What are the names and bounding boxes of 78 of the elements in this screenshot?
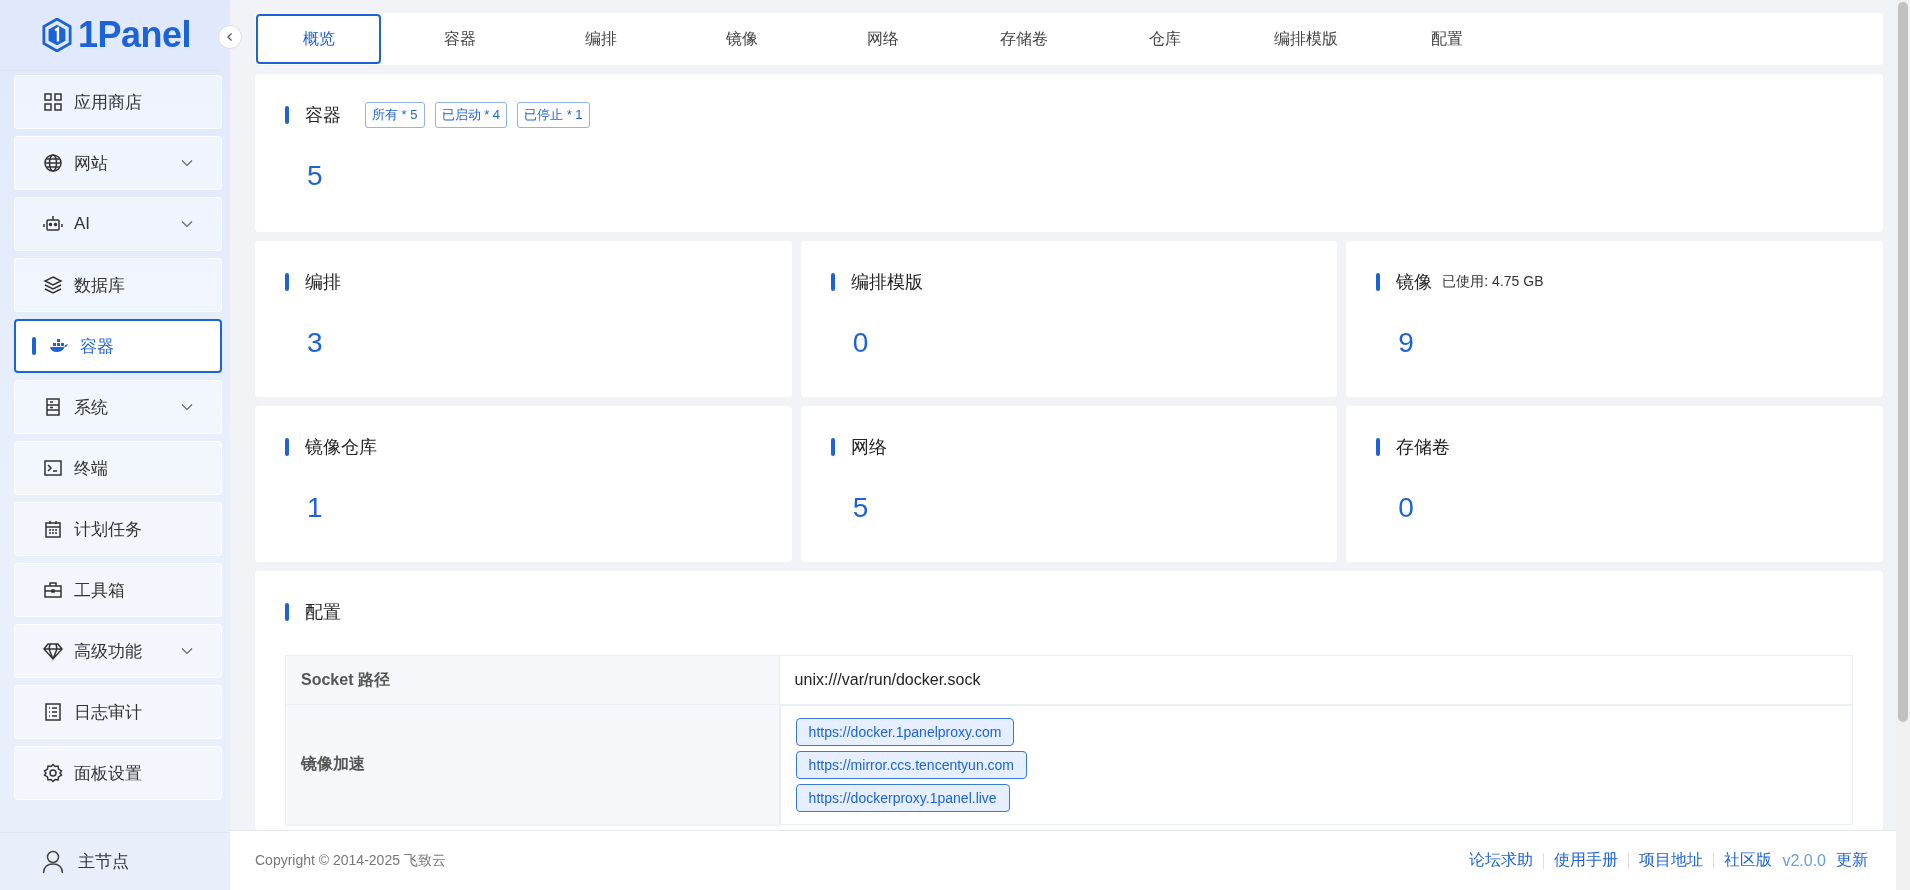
accent-bar [830, 273, 835, 291]
footer-link[interactable]: 使用手册 [1554, 850, 1619, 871]
collapse-button[interactable] [218, 25, 242, 49]
tab[interactable]: 容器 [397, 14, 522, 64]
card-title: 编排 [305, 271, 341, 294]
calendar-icon [43, 519, 63, 539]
table-label-cell: 镜像加速 [285, 704, 780, 825]
card-title: 容器 [305, 104, 341, 127]
card-title: 配置 [305, 601, 341, 624]
toolbox-icon [43, 580, 63, 600]
count-link[interactable]: 0 [1398, 492, 1414, 524]
accent-bar [285, 438, 289, 456]
tab[interactable]: 仓库 [1102, 14, 1227, 64]
logo-text: 1Panel [78, 14, 192, 56]
accent-bar [285, 603, 289, 621]
tab[interactable]: 编排 [538, 14, 663, 64]
list-icon [43, 702, 63, 722]
diamond-icon [43, 641, 63, 661]
count-link[interactable]: 5 [307, 160, 323, 192]
layers-icon [43, 275, 63, 295]
mirror-url-tag: https://dockerproxy.1panel.live [795, 784, 1010, 812]
card-title: 编排模版 [850, 271, 923, 294]
tab[interactable]: 存储卷 [961, 14, 1086, 64]
count-link[interactable]: 0 [852, 327, 869, 359]
accent-bar [1376, 273, 1381, 291]
status-filter-tag[interactable]: 已停止 * 1 [517, 102, 590, 128]
copyright-text: Copyright © 2014-2025 飞致云 [255, 851, 446, 870]
card-title: 存储卷 [1396, 436, 1451, 459]
version-text: v2.0.0 [1782, 851, 1826, 870]
status-filter-tag[interactable]: 所有 * 5 [365, 102, 425, 128]
menu-item[interactable]: 数据库 [14, 258, 222, 312]
card-title: 网络 [850, 436, 887, 459]
mirror-url-tag: https://mirror.ccs.tencentyun.com [795, 751, 1027, 779]
count-link[interactable]: 3 [307, 327, 323, 359]
menu-item[interactable]: AI [14, 197, 222, 251]
footer-link[interactable]: 项目地址 [1639, 850, 1704, 871]
globe-icon [43, 153, 63, 173]
count-link[interactable]: 5 [852, 492, 869, 524]
status-filter-tag[interactable]: 已启动 * 4 [434, 102, 508, 128]
menu-item[interactable]: 系统 [14, 380, 222, 434]
accent-bar [285, 273, 289, 291]
accent-bar [285, 106, 289, 124]
table-cell: unix:///var/run/docker.sock [779, 655, 1853, 705]
menu-item[interactable]: 网站 [14, 136, 222, 190]
tab[interactable]: 编排模版 [1243, 14, 1368, 64]
menu-item[interactable]: 高级功能 [14, 624, 222, 678]
edition-text: 社区版 [1724, 850, 1773, 870]
chevron-left-icon [225, 32, 235, 42]
menu-item[interactable]: 容器 [14, 319, 222, 373]
update-link[interactable]: 更新 [1836, 850, 1868, 871]
accent-bar [830, 438, 835, 456]
user-icon [42, 849, 64, 874]
gear-icon [43, 763, 63, 783]
terminal-icon [43, 458, 63, 478]
card-title: 镜像仓库 [305, 436, 377, 459]
table-label-cell: Socket 路径 [285, 655, 780, 705]
scrollbar[interactable] [1896, 0, 1910, 890]
menu-item[interactable]: 日志审计 [14, 685, 222, 739]
menu-item[interactable]: 计划任务 [14, 502, 222, 556]
accent-bar [1376, 438, 1381, 456]
tab[interactable]: 概览 [256, 14, 381, 64]
menu-item[interactable]: 终端 [14, 441, 222, 495]
menu-item[interactable]: 工具箱 [14, 563, 222, 617]
usage-note: 已使用: 4.75 GB [1442, 273, 1544, 291]
mirror-url-tag: https://docker.1panelproxy.com [795, 718, 1015, 746]
grid-icon [43, 92, 63, 112]
tab[interactable]: 网络 [820, 14, 945, 64]
menu-item[interactable]: 面板设置 [14, 746, 222, 800]
count-link[interactable]: 9 [1398, 327, 1414, 359]
footer-link[interactable]: 论坛求助 [1469, 850, 1534, 871]
server-icon [43, 397, 63, 417]
hexagon-logo-icon [42, 18, 72, 52]
tab[interactable]: 配置 [1384, 14, 1509, 64]
count-link[interactable]: 1 [307, 492, 323, 524]
robot-icon [43, 214, 63, 234]
tab[interactable]: 镜像 [679, 14, 804, 64]
card-title: 镜像 [1396, 271, 1433, 294]
menu-item[interactable]: 应用商店 [14, 75, 222, 129]
